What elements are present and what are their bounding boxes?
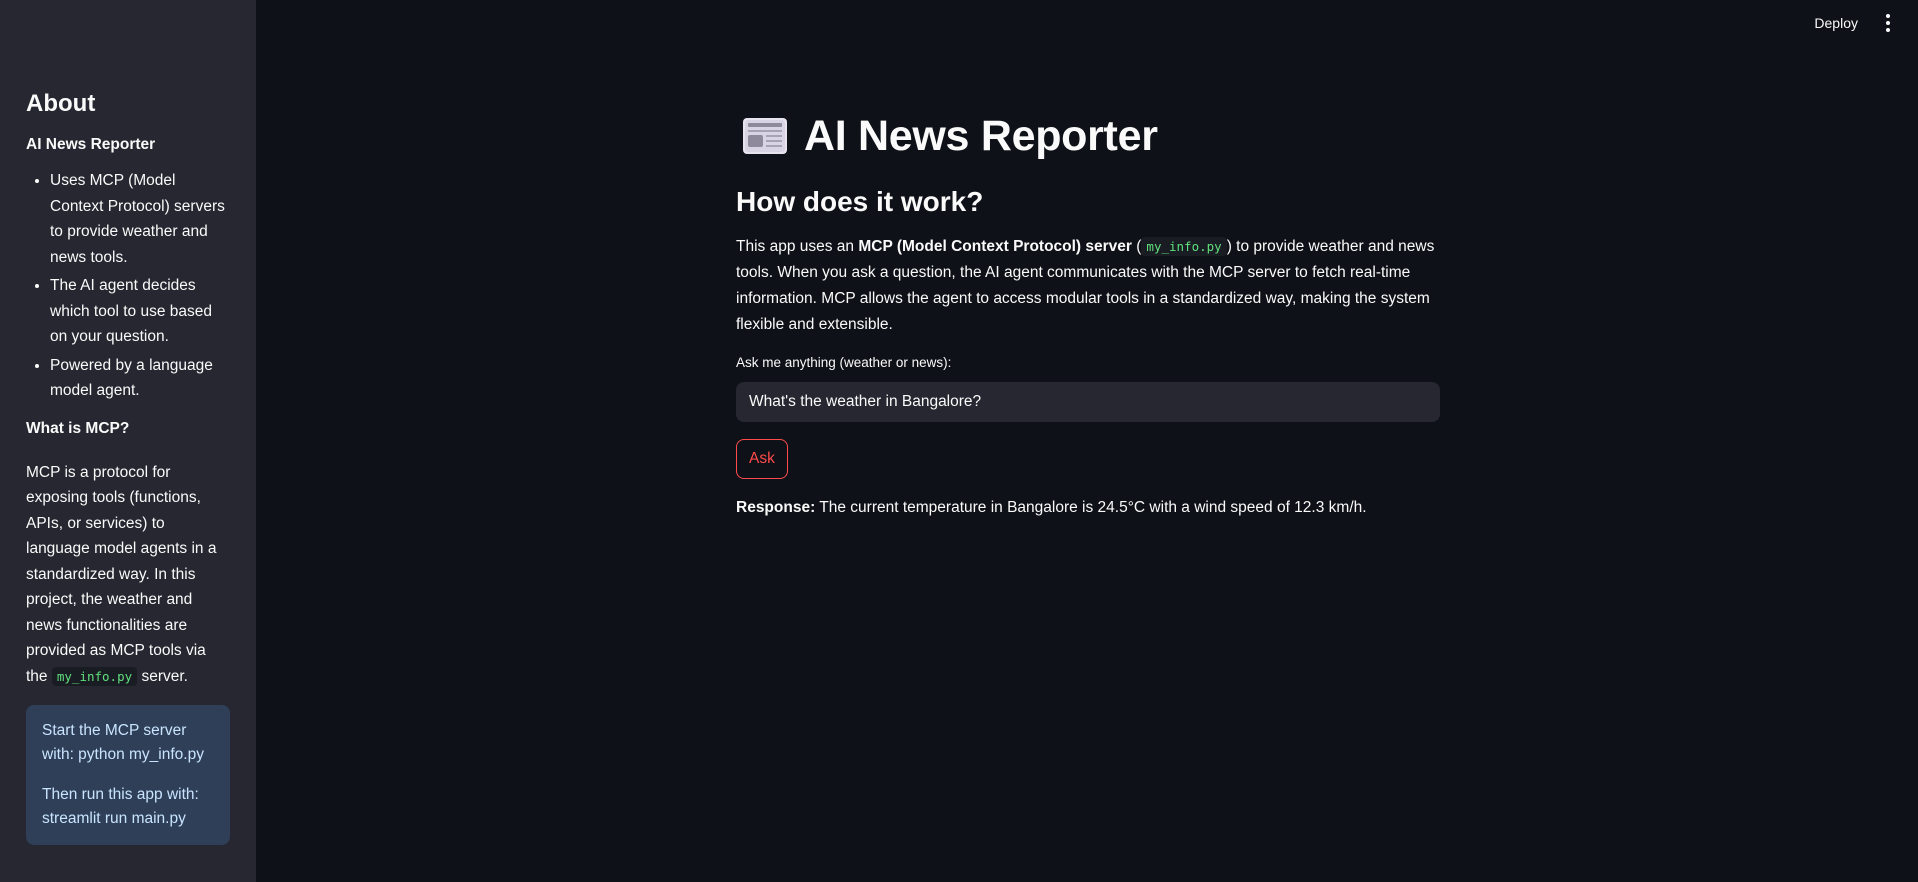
page-title: AI News Reporter bbox=[804, 112, 1158, 160]
question-input[interactable] bbox=[736, 382, 1440, 422]
sidebar: About AI News Reporter Uses MCP (Model C… bbox=[0, 0, 256, 882]
newspaper-icon bbox=[743, 118, 787, 154]
list-item: The AI agent decides which tool to use b… bbox=[50, 273, 230, 350]
inline-code: my_info.py bbox=[1141, 237, 1227, 256]
how-it-works-heading: How does it work? bbox=[736, 186, 984, 217]
list-item: Uses MCP (Model Context Protocol) server… bbox=[50, 168, 230, 270]
ask-button[interactable]: Ask bbox=[736, 439, 788, 479]
desc-text: ( bbox=[1131, 238, 1142, 255]
desc-text: This app uses an bbox=[736, 238, 859, 255]
info-line-run-app: Then run this app with: streamlit run ma… bbox=[42, 786, 199, 827]
app-description: This app uses an MCP (Model Context Prot… bbox=[736, 234, 1440, 338]
mcp-description-text: MCP is a protocol for exposing tools (fu… bbox=[26, 463, 217, 685]
mcp-description: MCP is a protocol for exposing tools (fu… bbox=[26, 460, 230, 690]
sidebar-subtitle: AI News Reporter bbox=[26, 136, 156, 153]
app-root: About AI News Reporter Uses MCP (Model C… bbox=[0, 0, 1918, 882]
mcp-description-end: server. bbox=[141, 667, 188, 685]
mcp-heading: What is MCP? bbox=[26, 419, 130, 437]
topbar: Deploy bbox=[1808, 0, 1918, 46]
sidebar-feature-list: Uses MCP (Model Context Protocol) server… bbox=[26, 168, 230, 404]
info-line-start-server: Start the MCP server with: python my_inf… bbox=[42, 722, 204, 763]
info-box: Start the MCP server with: python my_inf… bbox=[26, 705, 230, 845]
list-item: Powered by a language model agent. bbox=[50, 353, 230, 404]
response-label: Response: bbox=[736, 499, 816, 516]
question-input-label: Ask me anything (weather or news): bbox=[736, 355, 952, 370]
deploy-button[interactable]: Deploy bbox=[1808, 11, 1864, 35]
response-text: Response: The current temperature in Ban… bbox=[736, 497, 1440, 519]
main-content: AI News Reporter How does it work? This … bbox=[736, 108, 1440, 519]
page-header: AI News Reporter bbox=[742, 108, 1440, 164]
vertical-ellipsis-icon[interactable] bbox=[1882, 10, 1894, 36]
inline-code: my_info.py bbox=[51, 666, 138, 686]
sidebar-title: About bbox=[26, 90, 96, 117]
response-value: The current temperature in Bangalore is … bbox=[819, 499, 1367, 516]
desc-bold: MCP (Model Context Protocol) server bbox=[858, 238, 1132, 255]
